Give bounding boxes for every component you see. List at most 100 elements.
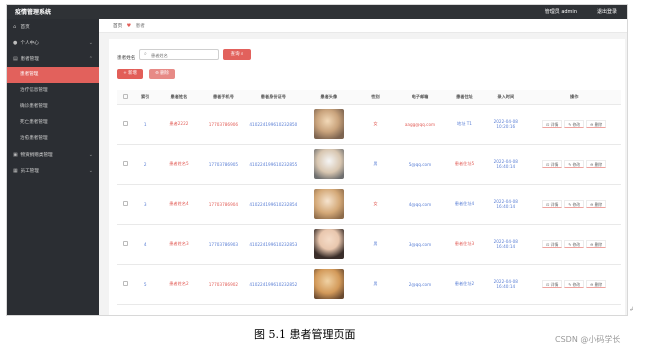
row-delete-button[interactable]: ⊖ 删除 (586, 280, 607, 288)
col-name: 患者姓名 (156, 90, 202, 105)
cell-time: 2022-04-08 10:20:16 (484, 104, 528, 145)
sidebar-item-patients[interactable]: ▤ 患者管理 ⌃ (7, 51, 99, 67)
edit-label: 修改 (572, 162, 581, 167)
search-box[interactable]: ⌕ (139, 49, 219, 60)
detail-button[interactable]: ⊡ 详情 (542, 240, 563, 248)
select-all-cell[interactable] (117, 90, 135, 105)
edit-button[interactable]: ✎ 修改 (564, 120, 585, 128)
col-ops: 操作 (527, 90, 621, 105)
sidebar-subitem-patient-mgmt[interactable]: 患者管理 (7, 67, 99, 83)
cell-address: 患者住址3 (444, 224, 485, 265)
edit-label: 修改 (572, 282, 581, 287)
edit-label: 修改 (572, 122, 581, 127)
detail-label: 详情 (550, 282, 559, 287)
sidebar-subitem-deceased[interactable]: 死亡患者管理 (7, 115, 99, 131)
sidebar-subitem-cured[interactable]: 治愈患者管理 (7, 131, 99, 147)
cell-gender: 女 (355, 184, 395, 225)
cell-ops: ⊡ 详情 ✎ 修改 ⊖ 删除 (527, 104, 621, 145)
table-header-row: 索引 患者姓名 患者手机号 患者身份证号 患者头像 性别 电子邮箱 患者住址 录… (117, 90, 621, 105)
delete-label: 删除 (594, 202, 603, 207)
cell-phone: 17703786904 (201, 184, 246, 225)
user-icon: ● (13, 40, 18, 46)
cell-ops: ⊡ 详情 ✎ 修改 ⊖ 删除 (527, 224, 621, 265)
row-select[interactable] (117, 224, 135, 265)
cell-phone: 17703786906 (201, 104, 246, 145)
detail-button[interactable]: ⊡ 详情 (542, 120, 563, 128)
detail-label: 详情 (550, 202, 559, 207)
edit-button[interactable]: ✎ 修改 (564, 160, 585, 168)
staff-icon: ▦ (13, 168, 18, 174)
detail-label: 详情 (550, 162, 559, 167)
home-icon: ⌂ (13, 24, 17, 30)
row-select[interactable] (117, 264, 135, 305)
top-bar: 疫情管理系统 管理员 admin 退出登录 (7, 5, 627, 19)
sidebar-subitem-confirmed[interactable]: 确诊患者管理 (7, 99, 99, 115)
checkbox[interactable] (123, 93, 129, 99)
add-button[interactable]: + 新增 (117, 69, 143, 79)
cell-name: 患者2222 (156, 104, 202, 145)
row-select[interactable] (117, 144, 135, 185)
cell-avatar (301, 144, 356, 185)
sidebar-subitem-treatment[interactable]: 治疗信息管理 (7, 83, 99, 99)
app-window: 疫情管理系统 管理员 admin 退出登录 ⌂ 首页 ● 个人中心 ⌄ ▤ 患者… (6, 4, 628, 316)
avatar (313, 108, 344, 139)
search-label: 患者姓名 (117, 56, 136, 61)
detail-button[interactable]: ⊡ 详情 (542, 280, 563, 288)
cell-ops: ⊡ 详情 ✎ 修改 ⊖ 删除 (527, 144, 621, 185)
breadcrumb-home[interactable]: 首页 (113, 24, 122, 29)
cell-email: 4@qq.com (395, 184, 445, 225)
sidebar-item-staff[interactable]: ▦ 员工管理 ⌄ (7, 163, 99, 179)
checkbox[interactable] (123, 241, 129, 246)
breadcrumb-current: 患者 (135, 24, 145, 29)
search-button[interactable]: 查询 ⌕ (223, 49, 251, 60)
cell-index: 5 (134, 264, 157, 305)
main-area: 首页 ♥ 患者 患者姓名 ⌕ 查询 ⌕ + 新增 ⊖ 删除 索引 患者姓名 (99, 19, 627, 315)
cell-phone: 17703786903 (201, 224, 246, 265)
detail-label: 详情 (550, 242, 559, 247)
detail-button[interactable]: ⊡ 详情 (542, 200, 563, 208)
cell-gender: 女 (355, 104, 395, 145)
cell-id: 410224199610232850 (245, 104, 302, 145)
row-delete-button[interactable]: ⊖ 删除 (586, 160, 607, 168)
delete-label: 删除 (594, 122, 603, 127)
cell-time: 2022-04-08 16:40:14 (484, 144, 528, 185)
cell-ops: ⊡ 详情 ✎ 修改 ⊖ 删除 (527, 184, 621, 225)
cell-email: 3@qq.com (395, 224, 445, 265)
cell-avatar (301, 224, 356, 265)
delete-button[interactable]: ⊖ 删除 (149, 69, 175, 79)
checkbox[interactable] (123, 201, 129, 206)
col-time: 录入时间 (484, 90, 528, 105)
add-button-label: 新增 (128, 71, 137, 76)
checkbox[interactable] (123, 161, 129, 166)
cell-index: 2 (134, 144, 157, 185)
row-select[interactable] (117, 104, 135, 145)
row-delete-button[interactable]: ⊖ 删除 (586, 240, 607, 248)
sidebar-item-home[interactable]: ⌂ 首页 (7, 19, 99, 35)
search-input[interactable] (151, 51, 217, 59)
table-row: 2 患者姓名5 17703786905 410224199610232855 男… (117, 144, 621, 185)
detail-button[interactable]: ⊡ 详情 (542, 160, 563, 168)
cell-address: 患者住址2 (444, 264, 485, 305)
delete-label: 删除 (594, 242, 603, 247)
cell-phone: 17703786902 (201, 264, 246, 305)
cell-avatar (301, 184, 356, 225)
cell-ops: ⊡ 详情 ✎ 修改 ⊖ 删除 (527, 264, 621, 305)
row-delete-button[interactable]: ⊖ 删除 (586, 120, 607, 128)
edit-button[interactable]: ✎ 修改 (564, 280, 585, 288)
cell-time: 2022-04-08 16:40:14 (484, 224, 528, 265)
edit-button[interactable]: ✎ 修改 (564, 200, 585, 208)
cell-index: 1 (134, 104, 157, 145)
logout-link[interactable]: 退出登录 (597, 8, 617, 15)
app-title: 疫情管理系统 (15, 9, 52, 16)
row-delete-button[interactable]: ⊖ 删除 (586, 200, 607, 208)
cell-gender: 男 (355, 144, 395, 185)
edit-button[interactable]: ✎ 修改 (564, 240, 585, 248)
checkbox[interactable] (123, 281, 129, 286)
chevron-up-icon: ⌃ (88, 56, 93, 62)
sidebar-item-donations[interactable]: ▣ 物资捐赠类管理 ⌄ (7, 147, 99, 163)
checkbox[interactable] (123, 121, 129, 126)
content-panel: 患者姓名 ⌕ 查询 ⌕ + 新增 ⊖ 删除 索引 患者姓名 患者手机号 患者身份… (109, 39, 625, 315)
sidebar-item-profile[interactable]: ● 个人中心 ⌄ (7, 35, 99, 51)
cell-email: 2@qq.com (395, 264, 445, 305)
row-select[interactable] (117, 184, 135, 225)
